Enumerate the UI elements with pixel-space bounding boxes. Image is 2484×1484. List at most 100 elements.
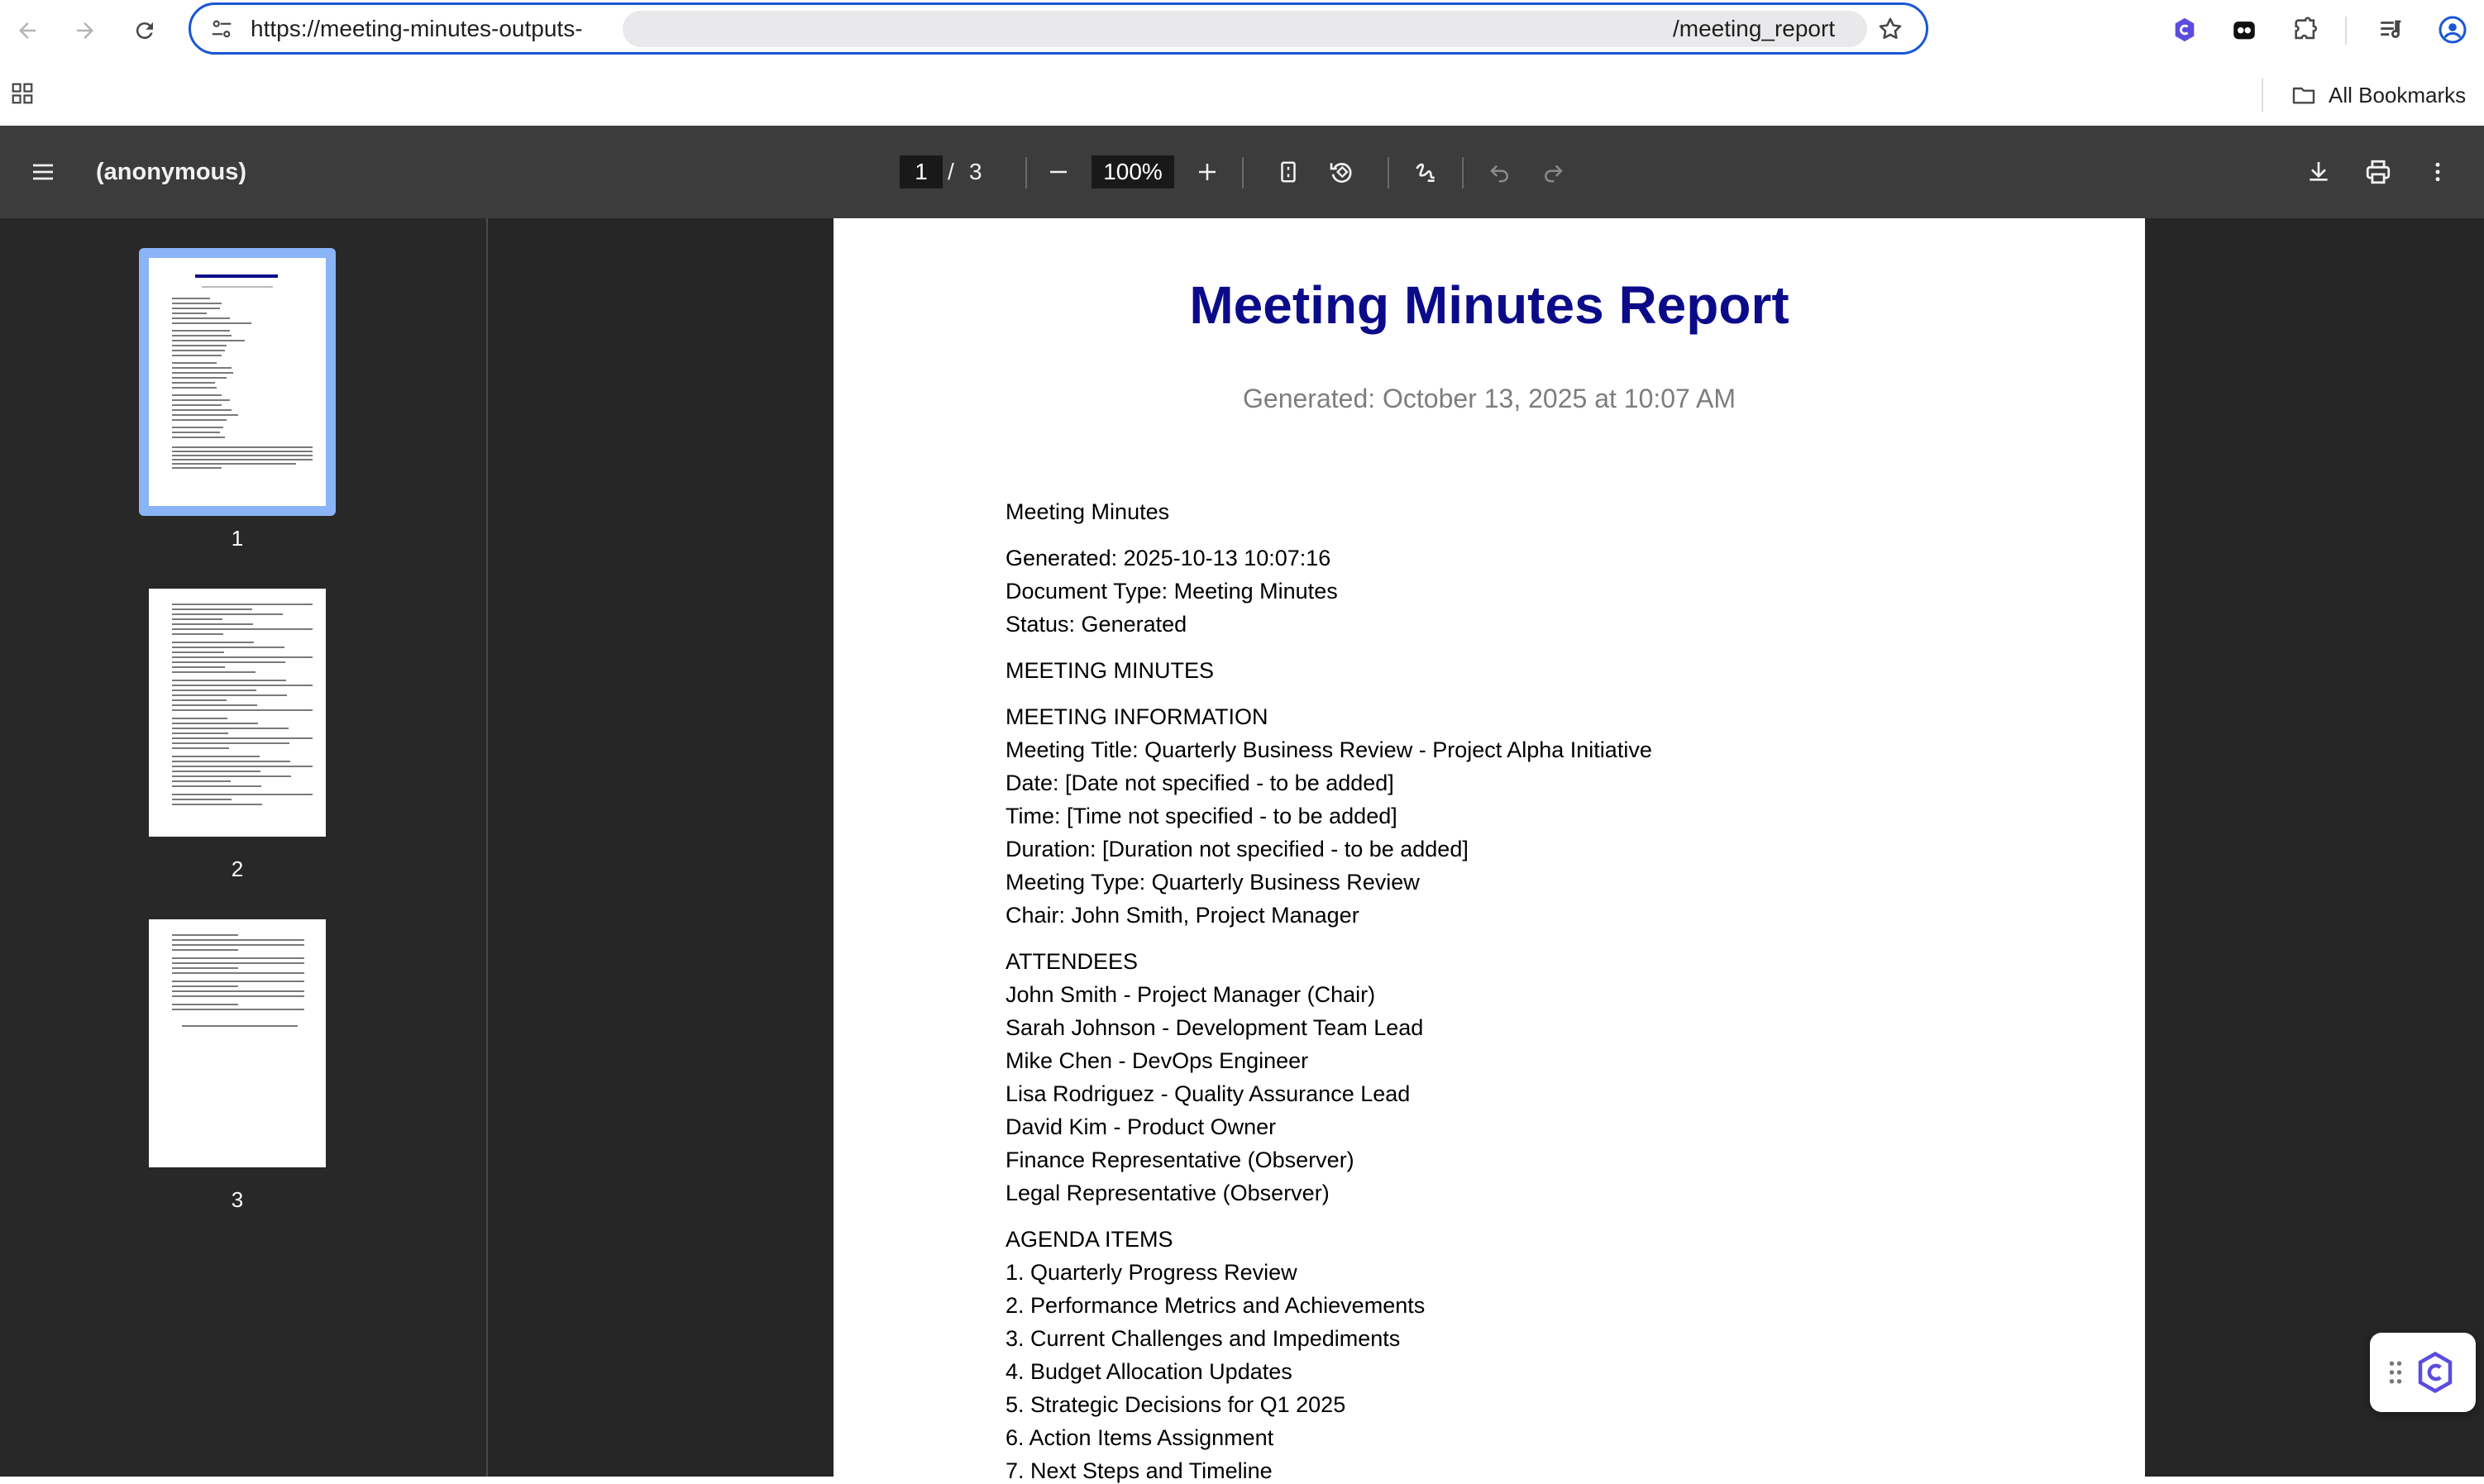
doc-line: 3. Current Challenges and Impediments [1006, 1326, 1401, 1351]
thumbnail-text-line [172, 699, 227, 701]
pdf-page: Meeting Minutes Report Generated: Octobe… [834, 218, 2145, 1483]
thumbnail-text-line [172, 766, 313, 767]
thumbnail-text-line [172, 732, 228, 734]
thumbnail-text-line [172, 704, 257, 706]
thumbnail-text-line [172, 350, 225, 351]
thumbnail-text-line [172, 728, 289, 729]
thumbnail-label: 3 [231, 1187, 244, 1212]
thumbnail-text-line [172, 785, 261, 787]
floating-assistant-widget[interactable] [2370, 1333, 2476, 1412]
redo-button[interactable] [1533, 152, 1573, 192]
doc-line: Meeting Type: Quarterly Business Review [1006, 870, 1420, 895]
forward-button[interactable] [66, 12, 104, 50]
thumbnail-page-1[interactable] [139, 248, 336, 516]
sidebar-menu-button[interactable] [23, 152, 63, 192]
thumbnail-text-line [172, 608, 252, 610]
media-controls-icon[interactable] [2373, 12, 2410, 48]
thumbnail-text-line [172, 387, 217, 389]
thumbnail-text-line [172, 303, 222, 304]
thumbnail-page-image [149, 919, 326, 1167]
thumbnail-label: 1 [231, 526, 244, 551]
extension-glasses-icon[interactable] [2226, 12, 2262, 48]
thumbnail-text-line [172, 467, 222, 469]
thumbnail-text-line [172, 723, 258, 724]
thumbnail-text-line [172, 446, 313, 448]
thumbnail-text-line [172, 934, 238, 936]
all-bookmarks-button[interactable]: All Bookmarks [2291, 76, 2466, 114]
print-button[interactable] [2358, 152, 2398, 192]
toolbar-divider [1388, 157, 1389, 188]
thumbnail-text-line [172, 709, 313, 711]
fit-page-button[interactable] [1268, 152, 1308, 192]
thumbnail-text-line [172, 463, 296, 465]
thumbnail-text-line [172, 613, 283, 615]
doc-line: 4. Budget Allocation Updates [1006, 1359, 1292, 1384]
zoom-in-button[interactable] [1187, 152, 1227, 192]
assistant-logo-icon[interactable] [2413, 1350, 2458, 1395]
annotate-button[interactable] [1406, 152, 1445, 192]
reload-button[interactable] [126, 12, 164, 50]
doc-line: 1. Quarterly Progress Review [1006, 1260, 1297, 1285]
thumbnail-text-line [172, 377, 227, 379]
apps-grid-icon[interactable] [10, 81, 35, 110]
thumbnail-text-line [172, 633, 223, 635]
thumbnail-text-line [172, 656, 313, 658]
zoom-out-button[interactable] [1039, 152, 1078, 192]
zoom-input[interactable]: 100% [1092, 155, 1174, 188]
thumbnail-text-line [172, 780, 231, 782]
more-options-button[interactable] [2418, 152, 2458, 192]
download-button[interactable] [2299, 152, 2338, 192]
extensions-puzzle-icon[interactable] [2287, 12, 2324, 48]
doc-section-heading: MEETING MINUTES [1006, 658, 1215, 683]
doc-section-heading: ATTENDEES [1006, 949, 1139, 974]
doc-line: Date: [Date not specified - to be added] [1006, 771, 1394, 795]
back-button[interactable] [8, 12, 46, 50]
thumbnail-text-line [172, 394, 222, 396]
doc-line: Meeting Minutes [1006, 499, 1170, 524]
arrow-right-icon [77, 22, 93, 39]
thumbnail-text-line [172, 981, 304, 982]
url-text-end: /meeting_report [1673, 16, 1836, 41]
doc-section-heading: AGENDA ITEMS [1006, 1227, 1173, 1252]
current-page-input[interactable]: 1 [900, 155, 943, 188]
doc-line: Finance Representative (Observer) [1006, 1148, 1354, 1172]
doc-line: 7. Next Steps and Timeline [1006, 1458, 1273, 1483]
thumbnail-text-line [172, 804, 262, 805]
extension-shield-icon[interactable] [2166, 12, 2203, 48]
thumbnail-text-line [172, 718, 227, 719]
doc-line: Chair: John Smith, Project Manager [1006, 903, 1359, 928]
thumbnail-text-line [172, 671, 256, 673]
thumbnail-label: 2 [231, 857, 244, 881]
bookmark-star-icon[interactable] [1876, 15, 1904, 47]
thumbnail-text-line [172, 362, 217, 364]
rotate-button[interactable] [1321, 152, 1361, 192]
printer-icon [2366, 160, 2391, 184]
thumbnail-page-2[interactable] [139, 579, 336, 847]
redo-icon [1545, 165, 1563, 183]
thumbnail-page-3[interactable] [139, 909, 336, 1177]
thumbnail-text-line [172, 756, 260, 757]
thumbnail-text-line [172, 317, 230, 319]
thumbnail-text-line [172, 432, 220, 433]
thumbnail-text-line [172, 985, 238, 987]
page-separator: / [948, 159, 954, 184]
profile-avatar-icon[interactable] [2434, 12, 2471, 48]
address-bar[interactable]: https://meeting-minutes-outputs- /meetin… [189, 2, 1928, 55]
thumbnail-text-line [172, 962, 304, 964]
thumbnail-text-line [172, 372, 233, 374]
undo-button[interactable] [1480, 152, 1520, 192]
thumbnail-text-line [172, 939, 304, 941]
doc-line: 2. Performance Metrics and Achievements [1006, 1293, 1426, 1318]
thumbnail-text-line [172, 742, 289, 744]
thumbnail-text-line [172, 345, 227, 346]
site-info-icon[interactable] [209, 17, 234, 45]
thumbnail-text-line [172, 451, 313, 452]
bookmarks-divider [2262, 79, 2263, 112]
draw-signature-icon [1416, 163, 1435, 182]
download-icon [2310, 162, 2328, 181]
drag-handle-icon[interactable] [2388, 1358, 2403, 1386]
thumbnail-text-line [172, 1004, 238, 1005]
thumbnail-text-line [172, 737, 313, 739]
thumbnail-text-line [172, 967, 238, 969]
thumbnail-text-line [172, 330, 230, 332]
